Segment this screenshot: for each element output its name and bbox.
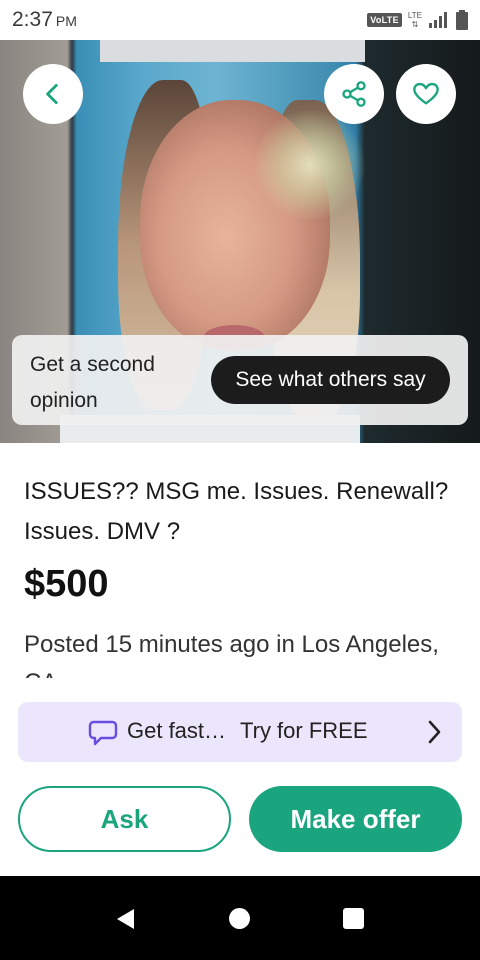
nav-back-icon[interactable] <box>114 907 136 931</box>
nav-recents-icon[interactable] <box>343 908 364 929</box>
promo-cta[interactable]: Try for FREE <box>240 718 368 744</box>
photo-card-top <box>100 40 365 62</box>
second-opinion-text: Get a second opinion <box>30 353 155 412</box>
signal-icon <box>429 12 447 28</box>
battery-icon <box>456 10 468 30</box>
system-nav-bar <box>0 876 480 960</box>
ask-button[interactable]: Ask <box>18 786 231 852</box>
favorite-button[interactable] <box>396 64 456 124</box>
lte-label: LTE <box>407 11 422 20</box>
status-time: 2:37 PM <box>12 8 77 32</box>
status-icons: VoLTE LTE ⇅ <box>367 10 468 30</box>
make-offer-button[interactable]: Make offer <box>249 786 462 852</box>
second-opinion-banner: Get a second opinion See what others say <box>12 335 468 425</box>
nav-home-icon[interactable] <box>229 908 250 929</box>
back-button[interactable] <box>23 64 83 124</box>
volte-badge: VoLTE <box>367 13 402 27</box>
chevron-left-icon <box>46 83 58 105</box>
listing-title: ISSUES?? MSG me. Issues. Renewall? Issue… <box>24 478 449 545</box>
promo-label: Get fast… <box>127 718 227 743</box>
listing-price: $500 <box>24 563 109 605</box>
status-clock: 2:37 <box>12 8 53 31</box>
heart-icon <box>413 82 439 105</box>
lte-indicator: LTE ⇅ <box>407 11 422 29</box>
chevron-right-icon <box>428 720 441 744</box>
photo-glare <box>255 110 365 220</box>
status-ampm: PM <box>55 13 77 29</box>
share-button[interactable] <box>324 64 384 124</box>
promo-banner[interactable]: Get fast… Try for FREE <box>18 702 462 762</box>
chat-bubble-icon <box>88 720 118 746</box>
listing-posted-info: Posted 15 minutes ago in Los Angeles, CA <box>24 631 439 678</box>
status-bar: 2:37 PM VoLTE LTE ⇅ <box>0 0 480 40</box>
share-icon <box>342 81 366 107</box>
see-what-others-say-button[interactable]: See what others say <box>211 356 450 404</box>
